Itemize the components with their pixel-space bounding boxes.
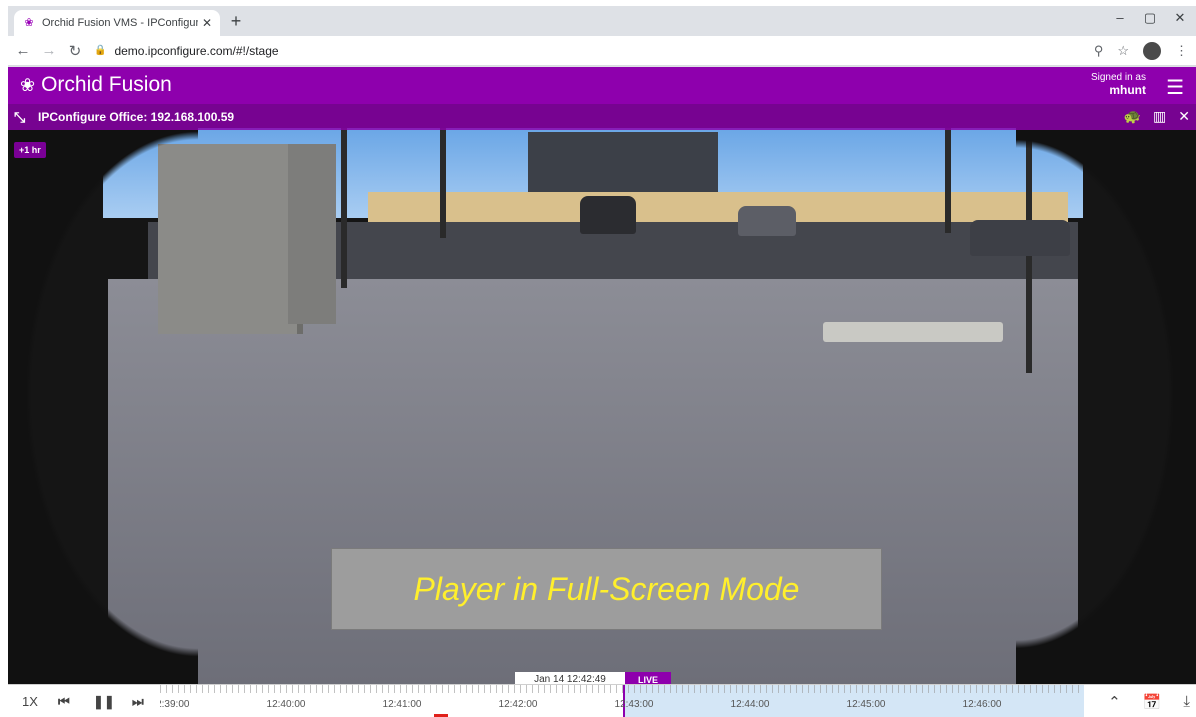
bookmark-star-icon[interactable]: ☆ <box>1117 43 1129 59</box>
timeline-scrubber[interactable]: 12:39:00 12:40:00 12:41:00 12:42:00 12:4… <box>160 685 1084 717</box>
camera-actions: 🐢 ▥ ✕ <box>1124 108 1190 125</box>
username: mhunt <box>1109 83 1146 97</box>
profile-avatar[interactable] <box>1143 42 1161 60</box>
video-utility-box <box>288 144 336 324</box>
brand-logo[interactable]: ❀ Orchid Fusion <box>20 73 172 97</box>
live-button[interactable]: LIVE <box>625 672 671 684</box>
exit-fullscreen-icon[interactable]: ⤡ <box>14 109 32 126</box>
calendar-icon[interactable]: 📅 <box>1143 693 1162 711</box>
current-datetime: Jan 14 12:42:49 <box>515 672 625 684</box>
skip-forward-icon[interactable]: ⏭ <box>132 685 144 717</box>
timeline-tick-label: 12:46:00 <box>962 699 1002 710</box>
download-icon[interactable]: ⤓ <box>1183 693 1190 710</box>
camera-name: IPConfigure Office: 192.168.100.59 <box>38 110 235 124</box>
camera-header: ⤡ IPConfigure Office: 192.168.100.59 🐢 ▥… <box>8 104 1196 130</box>
video-curb <box>823 322 1003 342</box>
timeline-tick-label: 12:44:00 <box>730 699 770 710</box>
video-stage: ⤡ IPConfigure Office: 192.168.100.59 🐢 ▥… <box>8 104 1196 684</box>
video-car <box>738 206 796 236</box>
tab-strip: ❀ Orchid Fusion VMS - IPConfigure ✕ + – … <box>8 6 1196 36</box>
orchid-logo-icon: ❀ <box>20 74 36 95</box>
video-pole <box>341 128 347 288</box>
timeline-tick-label: 12:41:00 <box>382 699 422 710</box>
close-window-button[interactable]: ✕ <box>1166 10 1194 26</box>
rewind-badge[interactable]: +1 hr <box>14 142 46 158</box>
chevron-up-icon[interactable]: ⌃ <box>1108 693 1121 711</box>
timeline-ticks <box>160 685 1084 693</box>
video-pole <box>945 128 951 233</box>
tab-title: Orchid Fusion VMS - IPConfigure <box>42 17 198 29</box>
signed-in-info: Signed in as mhunt <box>1091 72 1146 98</box>
url-text: demo.ipconfigure.com/#!/stage <box>114 43 279 58</box>
toolbar-actions: ⚲ ☆ ⋮ <box>1094 36 1188 66</box>
fullscreen-caption: Player in Full-Screen Mode <box>331 548 882 630</box>
video-car <box>580 196 636 234</box>
video-pole <box>440 128 446 238</box>
hamburger-menu-icon[interactable]: ☰ <box>1166 75 1184 100</box>
restore-button[interactable]: ▢ <box>1136 10 1164 26</box>
new-tab-button[interactable]: + <box>226 11 246 32</box>
browser-toolbar: ← → ↻ 🔒 demo.ipconfigure.com/#!/stage ⚲ … <box>8 36 1196 66</box>
turtle-icon[interactable]: 🐢 <box>1124 108 1141 125</box>
tab-close-icon[interactable]: ✕ <box>202 16 212 30</box>
speed-button[interactable]: 1X <box>22 685 38 717</box>
back-arrow-icon[interactable]: ← <box>12 42 34 59</box>
orchid-favicon-icon: ❀ <box>24 17 34 29</box>
playback-bar: 1X ⏮ ❚❚ ⏭ 12:39:00 12:40:00 12:41:00 12:… <box>8 684 1196 717</box>
app-header: ❀ Orchid Fusion Signed in as mhunt ☰ <box>8 67 1196 104</box>
brand-name: Orchid Fusion <box>41 73 172 96</box>
lens-vignette-left <box>8 104 198 684</box>
close-camera-icon[interactable]: ✕ <box>1178 108 1190 125</box>
pause-icon[interactable]: ❚❚ <box>93 685 115 717</box>
browser-window: ❀ Orchid Fusion VMS - IPConfigure ✕ + – … <box>8 6 1196 717</box>
address-bar[interactable]: 🔒 demo.ipconfigure.com/#!/stage <box>94 44 279 58</box>
timeline-tick-label: 12:43:00 <box>614 699 654 710</box>
timeline-tick-label: 12:45:00 <box>846 699 886 710</box>
minimize-button[interactable]: – <box>1106 10 1134 25</box>
timeline-tick-label: 12:39:00 <box>160 699 190 710</box>
lock-icon: 🔒 <box>94 45 107 56</box>
zoom-icon[interactable]: ⚲ <box>1094 43 1104 59</box>
timeline-tick-label: 12:42:00 <box>498 699 538 710</box>
video-building <box>528 132 718 192</box>
browser-tab[interactable]: ❀ Orchid Fusion VMS - IPConfigure ✕ <box>14 10 220 36</box>
playback-right-controls: ⌃ 📅 ⤓ <box>1108 685 1190 717</box>
more-menu-icon[interactable]: ⋮ <box>1175 43 1188 59</box>
reload-icon[interactable]: ↻ <box>64 42 86 60</box>
lens-vignette-right <box>1016 104 1196 684</box>
timeline-tick-label: 12:40:00 <box>266 699 306 710</box>
statistics-icon[interactable]: ▥ <box>1153 108 1166 125</box>
forward-arrow-icon[interactable]: → <box>38 42 60 59</box>
skip-back-icon[interactable]: ⏮ <box>58 685 70 717</box>
